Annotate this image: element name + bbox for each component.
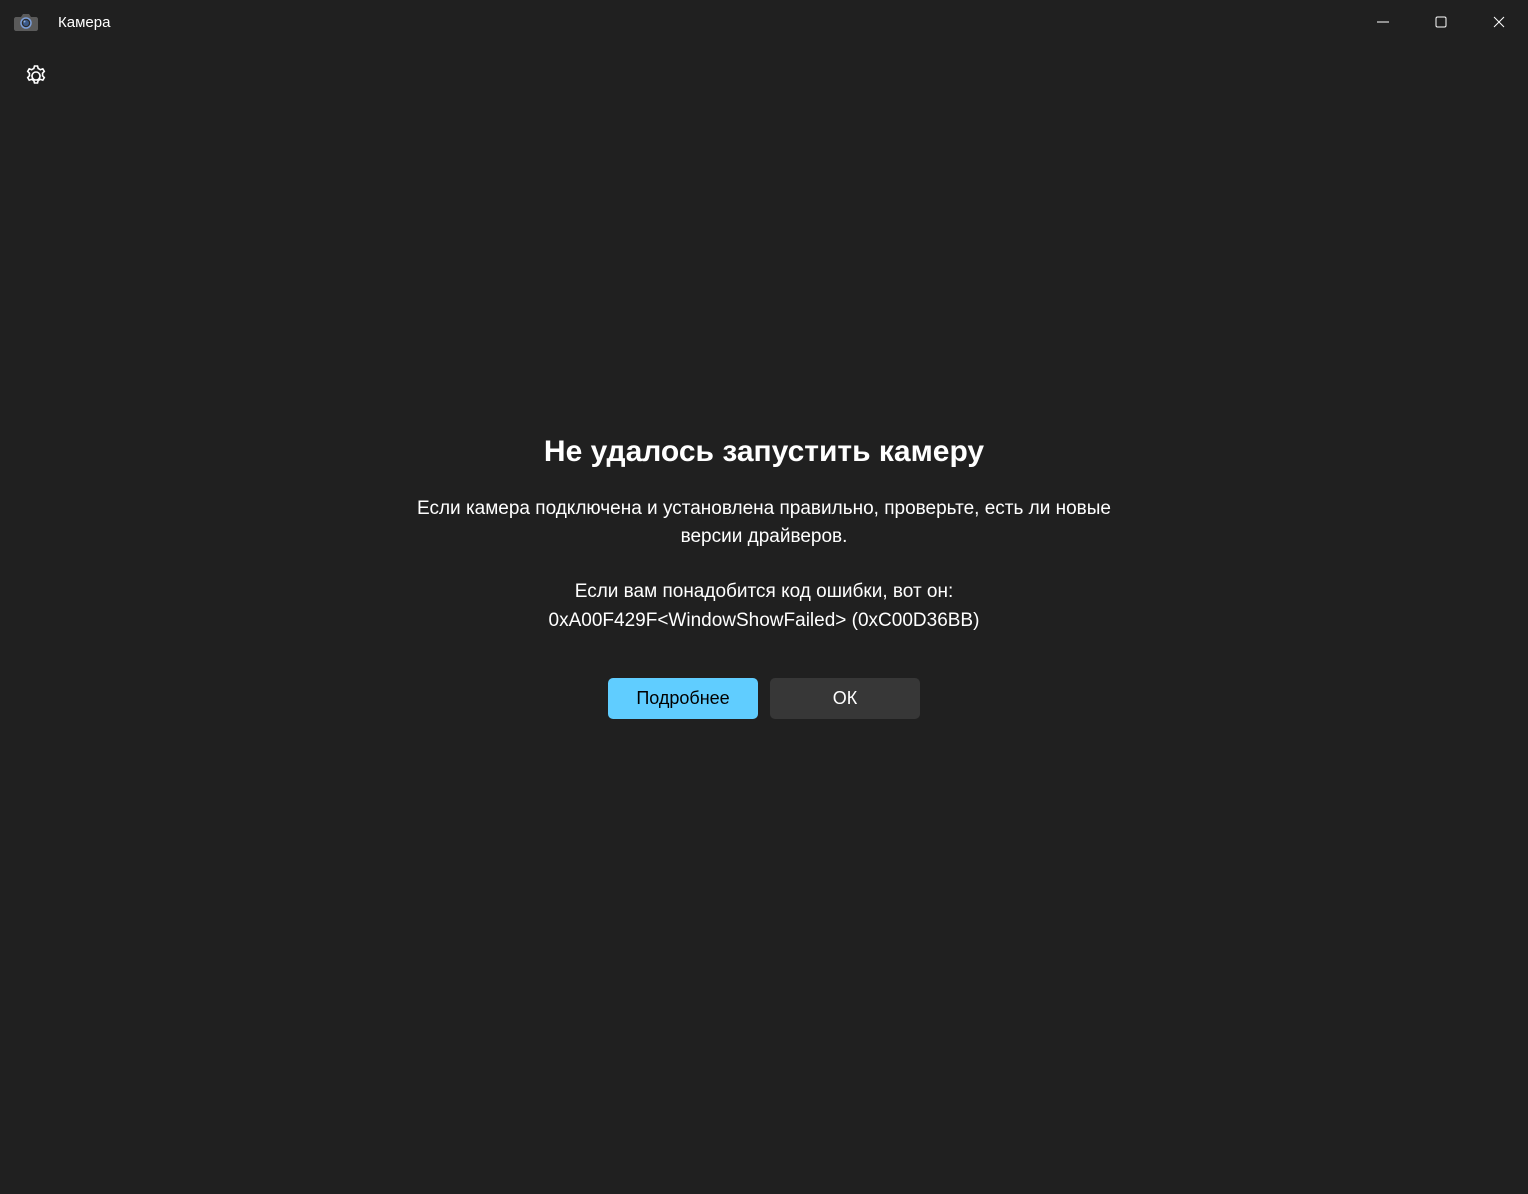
error-description: Если камера подключена и установлена пра… <box>404 495 1124 552</box>
details-button[interactable]: Подробнее <box>608 678 758 719</box>
button-row: Подробнее ОК <box>608 678 920 719</box>
error-code: 0xA00F429F<WindowShowFailed> (0xC00D36BB… <box>549 610 980 632</box>
error-content: Не удалось запустить камеру Если камера … <box>0 0 1528 1194</box>
error-heading: Не удалось запустить камеру <box>544 435 984 469</box>
error-code-intro: Если вам понадобится код ошибки, вот он: <box>575 578 954 607</box>
ok-button[interactable]: ОК <box>770 678 920 719</box>
